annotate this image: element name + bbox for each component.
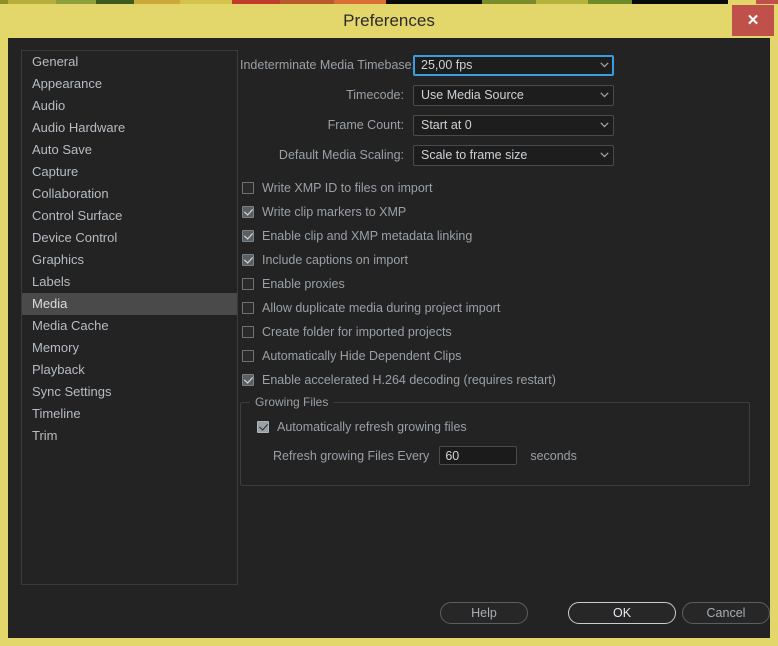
window-title: Preferences bbox=[343, 11, 435, 30]
checkbox-row[interactable]: Write XMP ID to files on import bbox=[240, 176, 760, 200]
dropdown-value: 25,00 fps bbox=[421, 58, 473, 72]
dropdown-default-media-scaling[interactable]: Scale to frame size bbox=[413, 144, 614, 166]
sidebar-item-media-cache[interactable]: Media Cache bbox=[22, 315, 237, 337]
checkbox-label: Automatically Hide Dependent Clips bbox=[262, 349, 462, 363]
chevron-down-icon bbox=[595, 122, 613, 128]
refresh-interval-row: Refresh growing Files Every seconds bbox=[255, 446, 749, 465]
ok-button[interactable]: OK bbox=[568, 602, 676, 624]
field-label: Timecode: bbox=[346, 88, 404, 102]
preferences-category-list[interactable]: General Appearance Audio Audio Hardware Auto… bbox=[21, 50, 238, 585]
field-row: Default Media Scaling: Scale to frame siz… bbox=[240, 140, 760, 170]
checkbox-label: Enable clip and XMP metadata linking bbox=[262, 229, 473, 243]
auto-refresh-growing-files-row[interactable]: Automatically refresh growing files bbox=[255, 415, 749, 439]
checkbox-row[interactable]: Create folder for imported projects bbox=[240, 320, 760, 344]
help-button[interactable]: Help bbox=[440, 602, 528, 624]
auto-refresh-growing-files-label: Automatically refresh growing files bbox=[277, 420, 467, 434]
sidebar-item-audio-hardware[interactable]: Audio Hardware bbox=[22, 117, 237, 139]
sidebar-item-collaboration[interactable]: Collaboration bbox=[22, 183, 237, 205]
checkbox-row[interactable]: Write clip markers to XMP bbox=[240, 200, 760, 224]
sidebar-item-auto-save[interactable]: Auto Save bbox=[22, 139, 237, 161]
checkbox-label: Allow duplicate media during project imp… bbox=[262, 301, 501, 315]
checkbox-row[interactable]: Automatically Hide Dependent Clips bbox=[240, 344, 760, 368]
checkbox-label: Write XMP ID to files on import bbox=[262, 181, 433, 195]
chevron-down-icon bbox=[595, 152, 613, 158]
sidebar-item-playback[interactable]: Playback bbox=[22, 359, 237, 381]
close-icon[interactable]: ✕ bbox=[732, 5, 774, 36]
field-row: Frame Count: Start at 0 bbox=[240, 110, 760, 140]
checkbox-create-folder-for-imported-projects[interactable] bbox=[242, 326, 254, 338]
checkbox-label: Enable proxies bbox=[262, 277, 345, 291]
dropdown-frame-count[interactable]: Start at 0 bbox=[413, 114, 614, 136]
seconds-unit-label: seconds bbox=[530, 448, 577, 463]
sidebar-item-capture[interactable]: Capture bbox=[22, 161, 237, 183]
growing-files-group: Growing Files Automatically refresh grow… bbox=[240, 395, 750, 486]
sidebar-item-sync-settings[interactable]: Sync Settings bbox=[22, 381, 237, 403]
dropdown-indeterminate-media-timebase[interactable]: 25,00 fps bbox=[413, 54, 614, 76]
sidebar-item-device-control[interactable]: Device Control bbox=[22, 227, 237, 249]
dropdown-value: Start at 0 bbox=[421, 118, 472, 132]
checkbox-label: Write clip markers to XMP bbox=[262, 205, 407, 219]
checkbox-include-captions-on-import[interactable] bbox=[242, 254, 254, 266]
checkbox-enable-accelerated-h-264-decoding-requires-restart[interactable] bbox=[242, 374, 254, 386]
dropdown-fields: Indeterminate Media Timebase: 25,00 fps Ti… bbox=[240, 50, 760, 170]
checkbox-options: Write XMP ID to files on import Write cli… bbox=[240, 176, 760, 392]
sidebar-item-timeline[interactable]: Timeline bbox=[22, 403, 237, 425]
refresh-interval-input[interactable] bbox=[439, 446, 518, 465]
refresh-interval-label: Refresh growing Files Every bbox=[273, 448, 430, 463]
checkbox-write-clip-markers-to-xmp[interactable] bbox=[242, 206, 254, 218]
checkbox-row[interactable]: Allow duplicate media during project imp… bbox=[240, 296, 760, 320]
checkbox-label: Enable accelerated H.264 decoding (requi… bbox=[262, 373, 556, 387]
sidebar-item-media[interactable]: Media bbox=[22, 293, 237, 315]
dialog-body: General Appearance Audio Audio Hardware Auto… bbox=[8, 38, 770, 638]
media-preferences-panel: Indeterminate Media Timebase: 25,00 fps Ti… bbox=[240, 50, 760, 585]
sidebar-item-appearance[interactable]: Appearance bbox=[22, 73, 237, 95]
checkbox-row[interactable]: Include captions on import bbox=[240, 248, 760, 272]
checkbox-label: Include captions on import bbox=[262, 253, 408, 267]
dropdown-timecode[interactable]: Use Media Source bbox=[413, 84, 614, 106]
checkbox-automatically-hide-dependent-clips[interactable] bbox=[242, 350, 254, 362]
checkbox-allow-duplicate-media-during-project-import[interactable] bbox=[242, 302, 254, 314]
field-label: Default Media Scaling: bbox=[278, 148, 404, 162]
preferences-window: Preferences ✕ General Appearance Audio Audi… bbox=[0, 0, 778, 646]
title-bar: Preferences ✕ bbox=[0, 4, 778, 38]
dropdown-value: Use Media Source bbox=[421, 88, 524, 102]
checkbox-label: Create folder for imported projects bbox=[262, 325, 452, 339]
chevron-down-icon bbox=[595, 92, 613, 98]
sidebar-item-labels[interactable]: Labels bbox=[22, 271, 237, 293]
cancel-button[interactable]: Cancel bbox=[682, 602, 770, 624]
sidebar-item-memory[interactable]: Memory bbox=[22, 337, 237, 359]
sidebar-item-control-surface[interactable]: Control Surface bbox=[22, 205, 237, 227]
field-row: Timecode: Use Media Source bbox=[240, 80, 760, 110]
sidebar-item-trim[interactable]: Trim bbox=[22, 425, 237, 447]
sidebar-item-audio[interactable]: Audio bbox=[22, 95, 237, 117]
checkbox-row[interactable]: Enable clip and XMP metadata linking bbox=[240, 224, 760, 248]
field-label: Indeterminate Media Timebase: bbox=[240, 58, 416, 72]
checkbox-enable-clip-and-xmp-metadata-linking[interactable] bbox=[242, 230, 254, 242]
checkbox-write-xmp-id-to-files-on-import[interactable] bbox=[242, 182, 254, 194]
chevron-down-icon bbox=[595, 62, 613, 68]
field-row: Indeterminate Media Timebase: 25,00 fps bbox=[240, 50, 760, 80]
checkbox-enable-proxies[interactable] bbox=[242, 278, 254, 290]
field-label: Frame Count: bbox=[327, 118, 404, 132]
checkbox-row[interactable]: Enable accelerated H.264 decoding (requi… bbox=[240, 368, 760, 392]
dropdown-value: Scale to frame size bbox=[421, 148, 528, 162]
checkbox-row[interactable]: Enable proxies bbox=[240, 272, 760, 296]
auto-refresh-growing-files-checkbox[interactable] bbox=[257, 421, 269, 433]
dialog-footer: Help OK Cancel bbox=[8, 602, 770, 626]
sidebar-item-general[interactable]: General bbox=[22, 51, 237, 73]
growing-files-legend: Growing Files bbox=[250, 395, 334, 409]
sidebar-item-graphics[interactable]: Graphics bbox=[22, 249, 237, 271]
